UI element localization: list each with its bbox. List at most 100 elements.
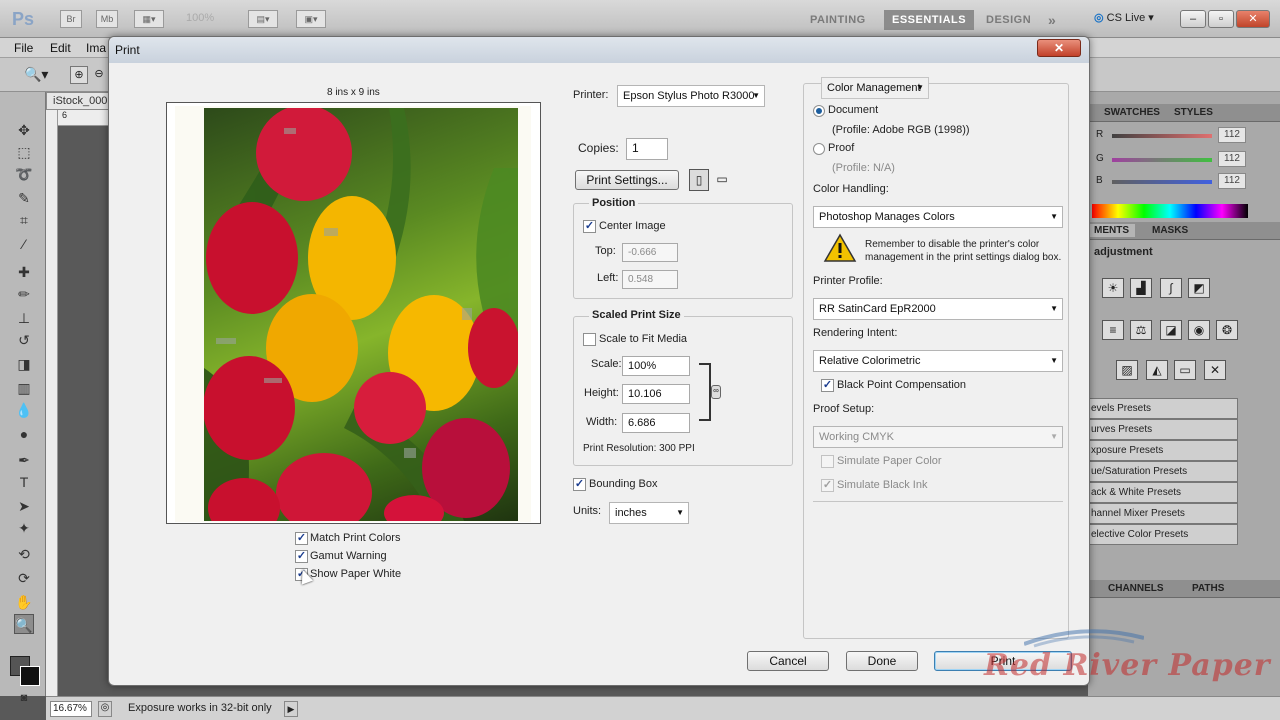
color-spectrum-bar[interactable] xyxy=(1092,204,1248,218)
top-input[interactable]: -0.666 xyxy=(622,243,678,262)
bridge-button[interactable]: Br xyxy=(60,10,82,28)
simulate-black-ink-checkbox[interactable]: ✓ xyxy=(821,479,834,492)
height-input[interactable]: 10.106 xyxy=(622,384,690,404)
copies-input[interactable]: 1 xyxy=(626,138,668,160)
threshold-icon[interactable]: ◭ xyxy=(1146,360,1168,380)
quick-mask-icon[interactable]: ◙ xyxy=(14,688,34,708)
history-brush-tool-icon[interactable]: ↺ xyxy=(14,330,34,350)
hand-tool-icon[interactable]: ✋ xyxy=(14,592,34,612)
tab-masks[interactable]: MASKS xyxy=(1146,224,1194,237)
clone-stamp-tool-icon[interactable]: ⊥ xyxy=(14,308,34,328)
zoom-tool-icon[interactable]: 🔍 xyxy=(14,614,34,634)
preset-levels[interactable]: evels Presets xyxy=(1088,398,1238,419)
brightness-contrast-icon[interactable]: ☀ xyxy=(1102,278,1124,298)
center-image-checkbox[interactable]: ✓ xyxy=(583,220,596,233)
levels-icon[interactable]: ▟ xyxy=(1130,278,1152,298)
black-white-icon[interactable]: ◪ xyxy=(1160,320,1182,340)
tab-swatches[interactable]: SWATCHES xyxy=(1098,106,1166,119)
selective-color-icon[interactable]: ✕ xyxy=(1204,360,1226,380)
blue-value-field[interactable]: 112 xyxy=(1218,173,1246,189)
gradient-map-icon[interactable]: ▭ xyxy=(1174,360,1196,380)
printer-profile-select[interactable]: RR SatinCard EpR2000 ▼ xyxy=(813,298,1063,320)
printer-select[interactable]: Epson Stylus Photo R3000 ▼ xyxy=(617,85,765,107)
screen-mode-icon[interactable]: ▣▾ xyxy=(296,10,326,28)
menu-image[interactable]: Ima xyxy=(86,41,106,55)
preset-black-white[interactable]: ack & White Presets xyxy=(1088,482,1238,503)
document-radio[interactable] xyxy=(813,105,825,117)
vibrance-icon[interactable]: ≡ xyxy=(1102,320,1124,340)
brush-tool-icon[interactable]: ✏ xyxy=(14,284,34,304)
cs-live-menu[interactable]: ◎ CS Live ▾ xyxy=(1094,11,1154,24)
eraser-tool-icon[interactable]: ◨ xyxy=(14,354,34,374)
red-slider-track[interactable] xyxy=(1112,134,1212,138)
type-tool-icon[interactable]: T xyxy=(14,472,34,492)
healing-brush-tool-icon[interactable]: ✚ xyxy=(14,262,34,282)
simulate-paper-color-checkbox[interactable] xyxy=(821,455,834,468)
photo-filter-icon[interactable]: ◉ xyxy=(1188,320,1210,340)
3d-rotate-tool-icon[interactable]: ⟲ xyxy=(14,544,34,564)
document-tab[interactable]: iStock_000 xyxy=(46,92,116,110)
background-color-swatch[interactable] xyxy=(20,666,40,686)
scale-input[interactable]: 100% xyxy=(622,356,690,376)
scale-to-fit-checkbox[interactable] xyxy=(583,333,596,346)
proof-setup-select[interactable]: Working CMYK ▼ xyxy=(813,426,1063,448)
chain-link-icon[interactable]: ∞ xyxy=(711,385,721,399)
restore-button[interactable]: ▫ xyxy=(1208,10,1234,28)
match-print-colors-checkbox[interactable]: ✓ xyxy=(295,532,308,545)
portrait-orientation-icon[interactable]: ▯ xyxy=(689,169,709,191)
preset-curves[interactable]: urves Presets xyxy=(1088,419,1238,440)
3d-orbit-tool-icon[interactable]: ⟳ xyxy=(14,568,34,588)
zoom-level-menu[interactable]: 100% xyxy=(186,12,214,24)
crop-tool-icon[interactable]: ⌗ xyxy=(14,210,34,230)
tab-adjustments[interactable]: MENTS xyxy=(1088,224,1135,237)
minimize-button[interactable]: – xyxy=(1180,10,1206,28)
blur-tool-icon[interactable]: 💧 xyxy=(14,400,34,420)
bounding-box-checkbox[interactable]: ✓ xyxy=(573,478,586,491)
preset-selective-color[interactable]: elective Color Presets xyxy=(1088,524,1238,545)
path-selection-tool-icon[interactable]: ➤ xyxy=(14,496,34,516)
close-window-button[interactable]: ✕ xyxy=(1236,10,1270,28)
workspace-design[interactable]: DESIGN xyxy=(978,10,1039,30)
preset-channel-mixer[interactable]: hannel Mixer Presets xyxy=(1088,503,1238,524)
units-select[interactable]: inches ▼ xyxy=(609,502,689,524)
channel-mixer-icon[interactable]: ❂ xyxy=(1216,320,1238,340)
color-management-select[interactable]: Color Management ▼ xyxy=(821,77,929,99)
status-menu-arrow-icon[interactable]: ▶ xyxy=(284,701,298,717)
green-value-field[interactable]: 112 xyxy=(1218,151,1246,167)
zoom-percent-field[interactable]: 16.67% xyxy=(50,701,92,717)
status-info-icon[interactable]: ◎ xyxy=(98,701,112,717)
red-value-field[interactable]: 112 xyxy=(1218,127,1246,143)
done-button[interactable]: Done xyxy=(846,651,918,671)
gradient-tool-icon[interactable]: ▥ xyxy=(14,378,34,398)
zoom-out-icon[interactable]: ⊖ xyxy=(90,66,108,84)
zoom-in-icon[interactable]: ⊕ xyxy=(70,66,88,84)
arrange-documents-icon[interactable]: ▤▾ xyxy=(248,10,278,28)
black-point-compensation-checkbox[interactable]: ✓ xyxy=(821,379,834,392)
print-settings-button[interactable]: Print Settings... xyxy=(575,170,679,190)
quick-select-tool-icon[interactable]: ✎ xyxy=(14,188,34,208)
dodge-tool-icon[interactable]: ● xyxy=(14,424,34,444)
dialog-close-button[interactable]: ✕ xyxy=(1037,39,1081,57)
view-extras-icon[interactable]: ▦▾ xyxy=(134,10,164,28)
dialog-titlebar[interactable]: Print ✕ xyxy=(109,37,1089,63)
preset-hue-saturation[interactable]: ue/Saturation Presets xyxy=(1088,461,1238,482)
width-input[interactable]: 6.686 xyxy=(622,413,690,433)
tab-styles[interactable]: STYLES xyxy=(1168,106,1219,119)
menu-file[interactable]: File xyxy=(14,41,33,55)
proof-radio[interactable] xyxy=(813,143,825,155)
exposure-icon[interactable]: ◩ xyxy=(1188,278,1210,298)
zoom-tool-preset-icon[interactable]: 🔍▾ xyxy=(24,66,48,83)
marquee-tool-icon[interactable]: ⬚ xyxy=(14,142,34,162)
eyedropper-tool-icon[interactable]: ⁄ xyxy=(14,234,34,254)
workspace-painting[interactable]: PAINTING xyxy=(802,10,874,30)
gamut-warning-checkbox[interactable]: ✓ xyxy=(295,550,308,563)
green-slider[interactable]: G 112 xyxy=(1092,150,1276,170)
workspace-essentials[interactable]: ESSENTIALS xyxy=(884,10,975,30)
shape-tool-icon[interactable]: ✦ xyxy=(14,518,34,538)
tab-paths[interactable]: PATHS xyxy=(1186,582,1230,595)
tab-channels[interactable]: CHANNELS xyxy=(1102,582,1170,595)
preset-exposure[interactable]: xposure Presets xyxy=(1088,440,1238,461)
cancel-button[interactable]: Cancel xyxy=(747,651,829,671)
color-balance-icon[interactable]: ⚖ xyxy=(1130,320,1152,340)
rendering-intent-select[interactable]: Relative Colorimetric ▼ xyxy=(813,350,1063,372)
